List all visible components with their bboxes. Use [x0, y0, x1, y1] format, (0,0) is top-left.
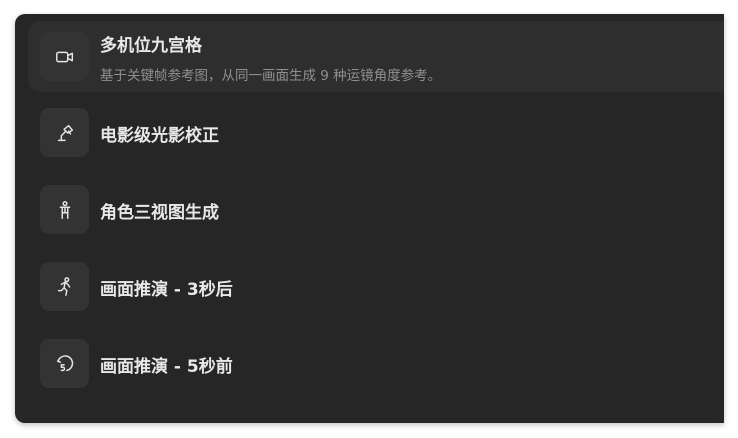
menu-item-multi-camera-grid[interactable]: 多机位九宫格 基于关键帧参考图，从同一画面生成 9 种运镜角度参考。	[28, 21, 724, 92]
menu-item-scene-backward-5s[interactable]: 画面推演 - 5秒前	[28, 336, 724, 394]
menu-item-description: 基于关键帧参考图，从同一画面生成 9 种运镜角度参考。	[100, 68, 442, 84]
running-person-icon	[40, 262, 89, 311]
person-icon	[40, 185, 89, 234]
menu-item-title: 角色三视图生成	[100, 203, 219, 223]
rewind-5-icon	[40, 339, 89, 388]
menu-item-title: 电影级光影校正	[100, 126, 219, 146]
feature-menu-panel: 多机位九宫格 基于关键帧参考图，从同一画面生成 9 种运镜角度参考。 电影级光影…	[15, 14, 724, 423]
menu-item-cinematic-lighting[interactable]: 电影级光影校正	[28, 104, 724, 162]
menu-item-scene-forward-3s[interactable]: 画面推演 - 3秒后	[28, 259, 724, 317]
menu-item-character-three-view[interactable]: 角色三视图生成	[28, 182, 724, 240]
video-camera-icon	[40, 32, 89, 81]
lamp-icon	[40, 108, 89, 157]
menu-item-title: 多机位九宫格	[100, 36, 202, 56]
menu-item-title: 画面推演 - 5秒前	[100, 357, 233, 377]
menu-item-title: 画面推演 - 3秒后	[100, 280, 233, 300]
